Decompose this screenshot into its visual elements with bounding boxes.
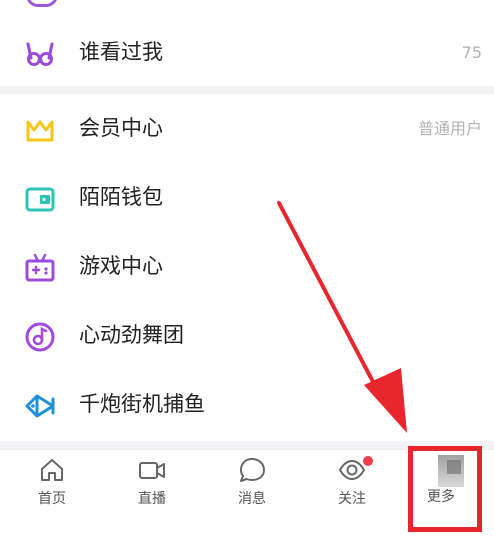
menu-item-fishing-game[interactable]: 千炮街机捕鱼 — [0, 376, 494, 432]
home-icon — [41, 459, 63, 481]
menu-label: 谁看过我 — [79, 40, 163, 64]
eye-icon — [338, 459, 366, 481]
view-count: 75 — [461, 43, 482, 62]
tab-label: 关注 — [338, 491, 366, 507]
wallet-icon — [25, 187, 55, 212]
menu-item-wallet[interactable]: 陌陌钱包 — [0, 169, 494, 225]
menu-label: 千炮街机捕鱼 — [79, 392, 205, 416]
notification-dot — [363, 456, 373, 466]
tab-home[interactable]: 首页 — [7, 450, 97, 537]
tab-messages[interactable]: 消息 — [207, 450, 297, 537]
menu-item-who-viewed-me[interactable]: 谁看过我 75 — [0, 24, 494, 80]
partial-icon — [26, 0, 58, 7]
menu-label: 会员中心 — [79, 116, 163, 140]
tab-live[interactable]: 直播 — [107, 450, 197, 537]
previous-row-edge — [0, 0, 494, 8]
tab-follow[interactable]: 关注 — [307, 450, 397, 537]
menu-item-game-center[interactable]: 游戏中心 — [0, 238, 494, 294]
gamepad-icon — [25, 253, 55, 282]
video-camera-icon — [139, 462, 165, 479]
fish-icon — [25, 394, 55, 418]
menu-label: 心动劲舞团 — [79, 323, 184, 347]
menu-label: 陌陌钱包 — [79, 185, 163, 209]
section-divider — [0, 86, 494, 94]
tab-label: 直播 — [138, 491, 166, 507]
music-disc-icon — [25, 322, 55, 352]
chat-bubble-icon — [240, 458, 265, 482]
menu-item-dance-game[interactable]: 心动劲舞团 — [0, 307, 494, 363]
menu-label: 游戏中心 — [79, 254, 163, 278]
member-status: 普通用户 — [417, 119, 482, 138]
highlight-box — [408, 446, 482, 532]
tab-label: 首页 — [38, 491, 66, 507]
tab-label: 消息 — [238, 491, 266, 507]
menu-item-vip-center[interactable]: 会员中心 普通用户 — [0, 100, 494, 156]
glasses-icon — [26, 42, 54, 66]
crown-icon — [26, 120, 54, 142]
